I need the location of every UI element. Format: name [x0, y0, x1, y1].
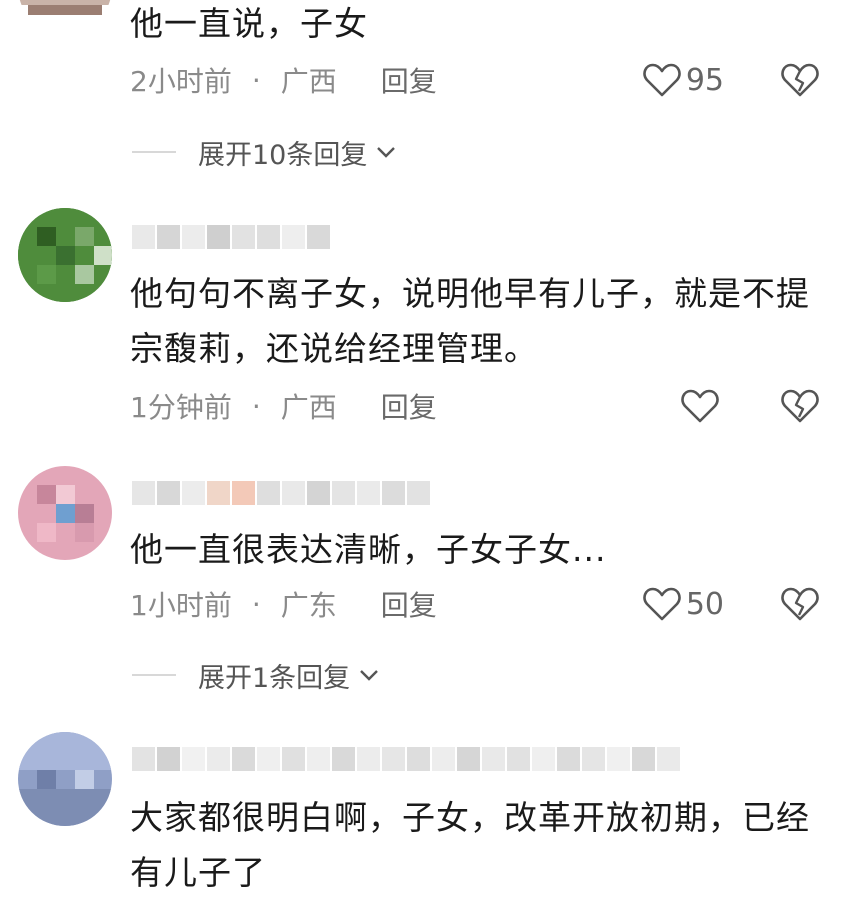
dislike-button[interactable]	[780, 584, 820, 624]
broken-heart-icon	[780, 386, 820, 426]
like-count: 95	[685, 62, 724, 98]
comment-text: 他一直说，子女	[130, 4, 368, 43]
divider	[132, 151, 176, 153]
separator: ·	[251, 587, 261, 621]
comment-text: 大家都很明白啊，子女，改革开放初期，已经有儿子了	[130, 798, 810, 892]
avatar[interactable]	[18, 466, 112, 560]
avatar[interactable]	[18, 208, 112, 302]
separator: ·	[251, 389, 261, 423]
comment-meta: 1小时前 · 广东 回复	[130, 584, 437, 624]
divider	[132, 674, 176, 676]
comment-text: 他一直很表达清晰，子女子女...	[130, 530, 607, 569]
broken-heart-icon	[780, 584, 820, 624]
comment-location: 广西	[280, 391, 337, 424]
username-blurred[interactable]	[132, 742, 680, 776]
like-button[interactable]: 50	[642, 584, 724, 624]
username-blurred[interactable]	[132, 220, 330, 254]
heart-outline-icon	[642, 61, 682, 99]
like-button[interactable]: 95	[642, 60, 724, 100]
expand-label: 展开10条回复	[198, 139, 368, 171]
comment-time: 2小时前	[130, 65, 232, 98]
heart-outline-icon	[642, 585, 682, 623]
expand-replies-button[interactable]: 展开1条回复	[132, 655, 380, 695]
dislike-button[interactable]	[780, 386, 820, 426]
like-count: 50	[685, 586, 724, 622]
chevron-down-icon	[358, 664, 380, 686]
comment-meta: 1分钟前 · 广西 回复	[130, 386, 437, 426]
like-button[interactable]	[680, 386, 724, 426]
comment-location: 广东	[280, 589, 337, 622]
expand-label: 展开1条回复	[198, 662, 351, 694]
comment-time: 1小时前	[130, 589, 232, 622]
username-blurred[interactable]	[132, 476, 430, 510]
reply-button[interactable]: 回复	[381, 60, 437, 100]
avatar[interactable]	[18, 732, 112, 826]
chevron-down-icon	[375, 141, 397, 163]
broken-heart-icon	[780, 60, 820, 100]
comment-meta: 2小时前 · 广西 回复	[130, 60, 437, 100]
comment-time: 1分钟前	[130, 391, 232, 424]
comment-location: 广西	[280, 65, 337, 98]
expand-replies-button[interactable]: 展开10条回复	[132, 132, 397, 172]
avatar[interactable]	[18, 0, 112, 34]
dislike-button[interactable]	[780, 60, 820, 100]
heart-outline-icon	[680, 387, 720, 425]
reply-button[interactable]: 回复	[381, 386, 437, 426]
separator: ·	[251, 63, 261, 97]
comment-text: 他句句不离子女，说明他早有儿子，就是不提宗馥莉，还说给经理管理。	[130, 274, 810, 368]
reply-button[interactable]: 回复	[381, 584, 437, 624]
